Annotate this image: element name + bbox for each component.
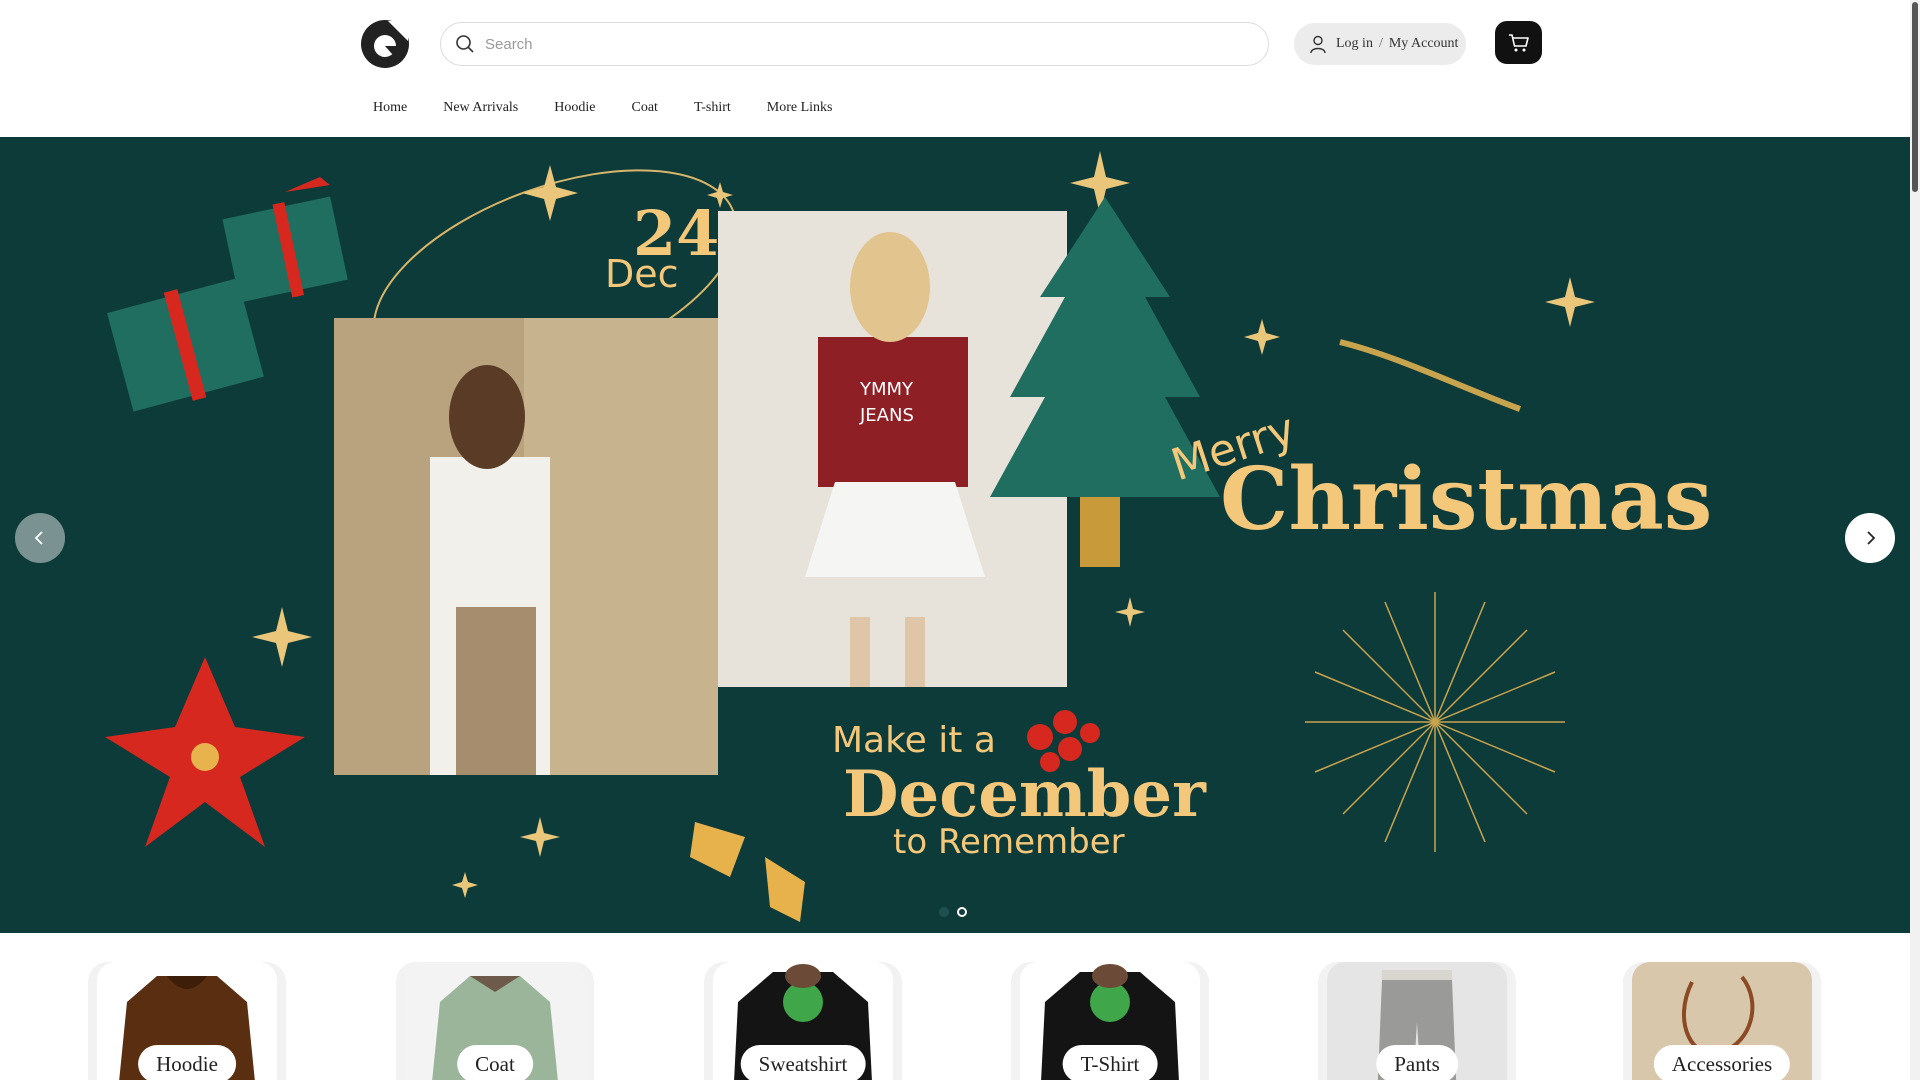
account-button[interactable]: Log in / My Account	[1294, 23, 1466, 65]
category-card-hoodie[interactable]: Hoodie	[88, 962, 286, 1080]
hero-banner[interactable]: 24 Dec Merry Christmas Make it a Decembe…	[0, 137, 1910, 933]
category-label: Sweatshirt	[740, 1045, 866, 1080]
chevron-left-icon	[34, 531, 43, 545]
site-header: Log in / My Account Home New Arrivals Ho…	[0, 0, 1910, 137]
category-label: Pants	[1376, 1045, 1458, 1080]
category-label: T-Shirt	[1062, 1045, 1158, 1080]
cart-button[interactable]	[1495, 21, 1542, 64]
nav-hoodie[interactable]: Hoodie	[554, 100, 595, 116]
nav-more-links[interactable]: More Links	[767, 100, 833, 116]
user-icon	[1308, 34, 1328, 54]
account-separator: /	[1378, 36, 1383, 51]
main-nav: Home New Arrivals Hoodie Coat T-shirt Mo…	[373, 100, 868, 116]
my-account-link[interactable]: My Account	[1389, 36, 1459, 52]
nav-new-arrivals[interactable]: New Arrivals	[443, 100, 518, 116]
search-input[interactable]	[485, 24, 1245, 64]
hero-tagline-1: Make it a	[832, 720, 996, 761]
cart-icon	[1508, 33, 1529, 51]
category-card-pants[interactable]: Pants	[1318, 962, 1516, 1080]
poinsettia-icon	[105, 657, 305, 847]
hero-headline-big: Christmas	[1220, 449, 1713, 550]
category-card-accessories[interactable]: Accessories	[1623, 962, 1821, 1080]
category-label: Hoodie	[138, 1045, 236, 1080]
carousel-dot-1[interactable]	[939, 907, 949, 917]
carousel-dots	[939, 907, 967, 917]
carousel-dot-2[interactable]	[957, 907, 967, 917]
hero-tagline-3: to Remember	[893, 822, 1125, 862]
category-card-coat[interactable]: Coat	[396, 962, 594, 1080]
gift-icon	[107, 177, 348, 412]
category-card-t-shirt[interactable]: T-Shirt	[1011, 962, 1209, 1080]
chevron-right-icon	[1867, 531, 1876, 545]
brand-logo[interactable]	[360, 19, 410, 69]
nav-home[interactable]: Home	[373, 100, 407, 116]
category-card-sweatshirt[interactable]: Sweatshirt	[704, 962, 902, 1080]
hero-date-month: Dec	[605, 252, 679, 296]
scrollbar-thumb[interactable]	[1912, 2, 1918, 192]
photo-shirt-text: YMMY JEANS	[860, 379, 914, 426]
page-scrollbar[interactable]	[1910, 0, 1920, 1080]
hero-tagline-2: December	[843, 757, 1206, 832]
category-label: Accessories	[1653, 1045, 1791, 1080]
search-bar	[440, 22, 1269, 66]
login-link[interactable]: Log in	[1336, 36, 1373, 52]
category-label: Coat	[457, 1045, 533, 1080]
carousel-next-button[interactable]	[1845, 513, 1895, 563]
carousel-prev-button[interactable]	[15, 513, 65, 563]
category-row: Hoodie Coat Sweatshirt T-Shirt Pants Acc…	[0, 962, 1910, 1080]
search-icon[interactable]	[455, 34, 475, 54]
nav-coat[interactable]: Coat	[631, 100, 657, 116]
nav-t-shirt[interactable]: T-shirt	[694, 100, 731, 116]
